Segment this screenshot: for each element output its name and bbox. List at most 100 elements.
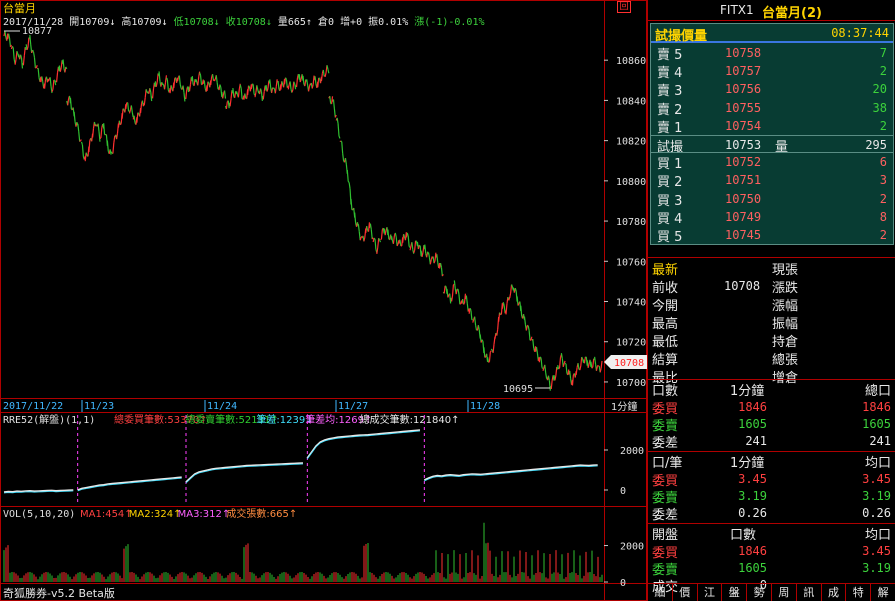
stat-label: 持倉 xyxy=(772,335,799,350)
price-bar xyxy=(207,81,210,84)
order-book-qty: 295 xyxy=(865,138,887,152)
price-bar xyxy=(79,139,82,142)
order-book-row[interactable]: 賣 5 10758 7 xyxy=(651,44,893,63)
price-tick-label: 10840 xyxy=(616,96,646,107)
price-bar xyxy=(595,366,598,371)
price-bar xyxy=(457,289,460,295)
indicator-line xyxy=(77,476,182,491)
price-bar xyxy=(391,236,394,242)
price-bar xyxy=(548,380,551,391)
price-bar xyxy=(373,237,376,240)
price-bar xyxy=(565,363,568,374)
price-bar xyxy=(347,181,350,183)
price-bar xyxy=(414,240,417,251)
price-bar xyxy=(103,123,106,135)
price-bar xyxy=(450,295,454,302)
bottom-tab-8[interactable]: 成 xyxy=(822,584,847,601)
order-book-level-label: 賣 4 xyxy=(657,66,683,82)
section-row-value-b: 1846 xyxy=(862,400,891,414)
price-bar xyxy=(211,74,215,81)
price-bar xyxy=(571,374,574,386)
restore-icon[interactable]: 回 xyxy=(617,1,631,13)
price-bar xyxy=(530,336,533,341)
price-bar xyxy=(191,75,194,85)
section-row-label: 委差 xyxy=(652,436,679,451)
price-bar xyxy=(366,226,369,231)
order-book-row[interactable]: 買 5 10745 2 xyxy=(651,226,893,245)
info-close: 收10708↓ xyxy=(225,17,272,28)
price-bar xyxy=(374,238,377,250)
section-row-value-a: 0.26 xyxy=(738,506,767,520)
order-book-row[interactable]: 賣 1 10754 2 xyxy=(651,117,893,136)
price-bar xyxy=(235,91,239,95)
bottom-tab-4[interactable]: 盤 xyxy=(722,584,748,601)
price-bar xyxy=(151,88,155,99)
section-head-label: 口數 xyxy=(652,384,679,399)
price-bar xyxy=(128,109,132,114)
price-bar xyxy=(185,89,188,99)
bottom-tab-2[interactable]: 價 xyxy=(673,584,698,601)
price-bar xyxy=(256,85,259,90)
chart-area[interactable]: 10860 10840 10820 10800 10780 10760 10740 10720… xyxy=(0,0,647,601)
price-bar xyxy=(516,296,519,306)
price-bar xyxy=(32,49,35,53)
price-bar xyxy=(433,260,436,264)
order-book-row[interactable]: 買 1 10752 6 xyxy=(651,153,893,172)
order-book-qty: 2 xyxy=(879,228,887,242)
section-row-value-a: 3.45 xyxy=(738,472,767,486)
indicator-line-avg xyxy=(77,477,182,492)
price-bar xyxy=(156,73,159,83)
section-row-label: 委差 xyxy=(652,508,679,523)
price-bar xyxy=(528,330,531,341)
bottom-tab-3[interactable]: 江 xyxy=(698,584,723,601)
price-bar xyxy=(173,78,176,89)
price-bar xyxy=(155,82,158,87)
bottom-tab-9[interactable]: 特 xyxy=(846,584,872,601)
order-book-row[interactable]: 試撮 10753 量 295 xyxy=(651,135,893,155)
order-book-row[interactable]: 賣 3 10756 20 xyxy=(651,80,893,99)
order-book-row[interactable]: 買 3 10750 2 xyxy=(651,190,893,209)
price-bar xyxy=(472,319,475,323)
bottom-tab-10[interactable]: 解 xyxy=(871,584,895,601)
price-bar xyxy=(525,325,528,331)
price-bar xyxy=(498,312,501,322)
price-bar xyxy=(342,153,345,162)
volume-legend-item: MA1:454↑ xyxy=(80,509,133,520)
price-bar xyxy=(12,47,15,60)
bottom-tab-6[interactable]: 周 xyxy=(772,584,797,601)
price-bar xyxy=(346,169,349,182)
bottom-tab-5[interactable]: 勢 xyxy=(747,584,772,601)
price-bar xyxy=(455,288,458,295)
price-bar xyxy=(162,83,165,86)
order-book-row[interactable]: 賣 2 10755 38 xyxy=(651,99,893,118)
stat-label: 最低 xyxy=(652,335,679,350)
price-bar xyxy=(293,81,296,85)
price-bar xyxy=(459,302,462,305)
price-tick-label: 10720 xyxy=(616,338,646,349)
price-bar xyxy=(369,223,372,230)
section-row-value-b: 3.45 xyxy=(862,472,891,486)
price-bar xyxy=(421,252,424,258)
date-axis-label: 11/23 xyxy=(84,401,114,412)
order-book-row[interactable]: 賣 4 10757 2 xyxy=(651,62,893,82)
order-book-row[interactable]: 買 4 10749 8 xyxy=(651,208,893,227)
price-bar xyxy=(411,242,414,250)
price-bar xyxy=(244,93,247,99)
price-bar xyxy=(439,262,443,268)
order-book-row[interactable]: 買 2 10751 3 xyxy=(651,171,893,190)
volume-legend-item: 成交張數:665↑ xyxy=(226,507,297,520)
price-bar xyxy=(540,358,543,368)
order-book-level-label: 買 5 xyxy=(657,230,683,245)
price-bar xyxy=(376,247,379,254)
bottom-tab-7[interactable]: 訊 xyxy=(797,584,822,601)
price-bar xyxy=(283,77,287,85)
price-bar xyxy=(384,230,387,236)
price-bar xyxy=(344,158,347,165)
price-bar xyxy=(78,131,81,142)
bottom-tab-1[interactable]: 細 xyxy=(648,584,673,601)
price-bar xyxy=(396,243,399,247)
order-book-level-label: 試撮 xyxy=(657,140,684,155)
section-row-value-a: 1846 xyxy=(738,544,767,558)
date-axis-label: 11/27 xyxy=(338,401,368,412)
price-bar xyxy=(9,44,12,48)
